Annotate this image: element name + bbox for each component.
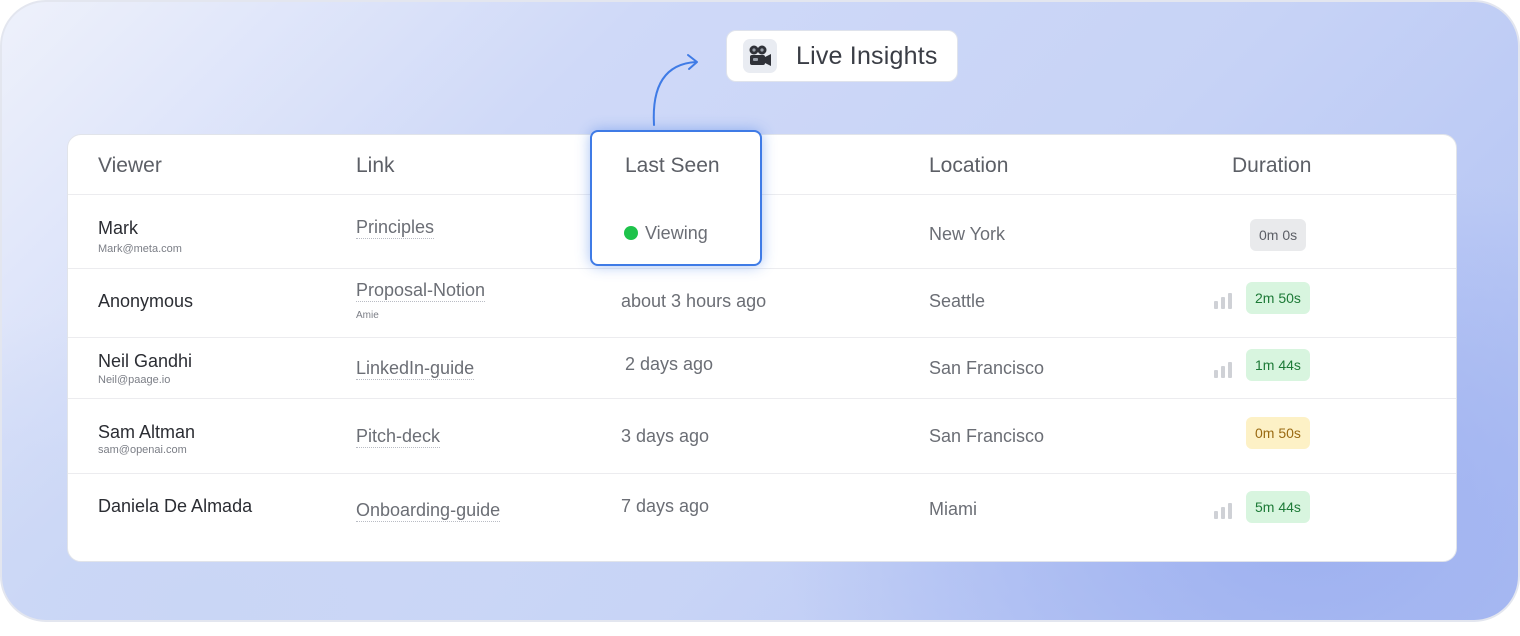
header-location[interactable]: Location — [929, 154, 1008, 178]
table-row[interactable]: Anonymous Proposal-Notion Amie about 3 h… — [68, 269, 1456, 338]
viewer-email: sam@openai.com — [98, 444, 187, 456]
link-sublabel: Amie — [356, 310, 379, 321]
duration-badge: 0m 0s — [1250, 219, 1307, 251]
viewer-location: Miami — [929, 499, 977, 519]
table-row[interactable]: Daniela De Almada Onboarding-guide 7 day… — [68, 474, 1456, 562]
viewer-name: Mark — [98, 218, 138, 238]
last-seen: about 3 hours ago — [621, 291, 767, 311]
signal-bars-icon — [1214, 503, 1234, 519]
movie-camera-icon — [743, 39, 777, 73]
viewer-location: San Francisco — [929, 358, 1045, 378]
signal-bars-icon — [1214, 362, 1234, 378]
live-status-dot-icon — [624, 226, 638, 240]
header-viewer[interactable]: Viewer — [98, 154, 162, 178]
viewer-location: Seattle — [929, 291, 986, 311]
live-insights-badge[interactable]: Live Insights — [726, 30, 958, 82]
viewers-table: Viewer Link Location Duration Mark Mark@… — [67, 134, 1457, 562]
viewer-name: Sam Altman — [98, 422, 196, 442]
last-seen: 2 days ago — [625, 354, 714, 374]
viewer-email: Neil@paage.io — [98, 374, 171, 386]
document-link[interactable]: Proposal-Notion — [356, 279, 486, 302]
last-seen: 3 days ago — [621, 426, 710, 446]
viewer-name: Neil Gandhi — [98, 351, 193, 371]
duration-badge: 1m 44s — [1246, 349, 1310, 381]
viewer-location: San Francisco — [929, 426, 1045, 446]
last-seen: Viewing — [645, 223, 708, 243]
live-insights-label: Live Insights — [796, 41, 938, 70]
table-header: Viewer Link Location Duration — [68, 135, 1456, 195]
table-row[interactable]: Sam Altman sam@openai.com Pitch-deck 3 d… — [68, 399, 1456, 474]
background-frame: Live Insights Viewer Link Location Durat… — [0, 0, 1520, 622]
table-row[interactable]: Neil Gandhi Neil@paage.io LinkedIn-guide… — [68, 338, 1456, 399]
document-link[interactable]: Pitch-deck — [356, 425, 441, 448]
document-link[interactable]: LinkedIn-guide — [356, 357, 475, 380]
viewer-email: Mark@meta.com — [98, 243, 182, 255]
pointer-arrow-icon — [652, 54, 698, 126]
header-link[interactable]: Link — [356, 154, 395, 178]
document-link[interactable]: Principles — [356, 216, 435, 239]
duration-badge: 5m 44s — [1246, 491, 1310, 523]
header-last-seen[interactable]: Last Seen — [625, 154, 720, 178]
viewer-name: Daniela De Almada — [98, 496, 253, 516]
viewer-name: Anonymous — [98, 291, 194, 311]
duration-badge: 2m 50s — [1246, 282, 1310, 314]
last-seen: 7 days ago — [621, 496, 710, 516]
header-duration[interactable]: Duration — [1232, 154, 1311, 178]
duration-badge: 0m 50s — [1246, 417, 1310, 449]
last-seen-highlight: Last Seen Viewing — [590, 130, 762, 266]
viewer-location: New York — [929, 224, 1006, 244]
signal-bars-icon — [1214, 293, 1234, 309]
document-link[interactable]: Onboarding-guide — [356, 499, 501, 522]
table-row[interactable]: Mark Mark@meta.com Principles New York 0… — [68, 195, 1456, 269]
